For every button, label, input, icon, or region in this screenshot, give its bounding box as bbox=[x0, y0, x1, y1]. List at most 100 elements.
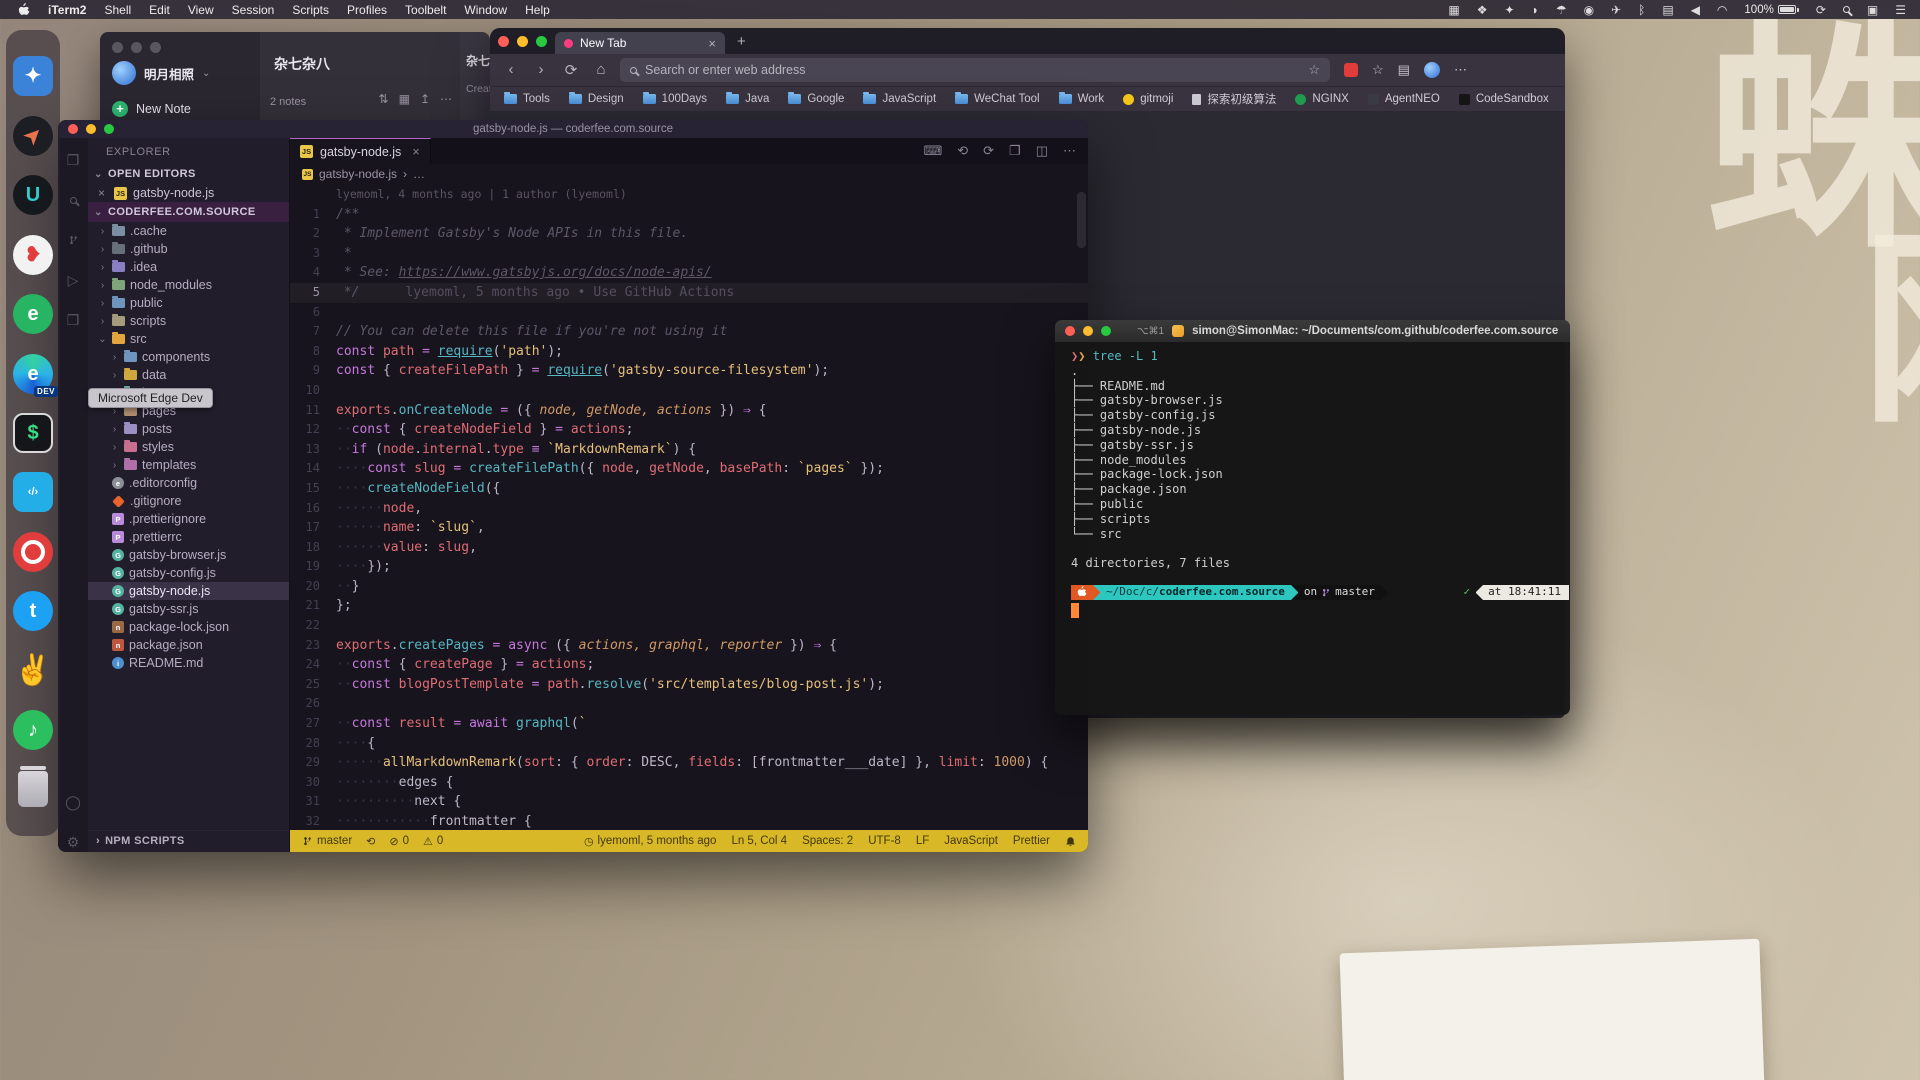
assistant-icon[interactable]: ✦ bbox=[1505, 3, 1515, 17]
account-icon[interactable]: ◯ bbox=[63, 792, 83, 812]
editor-scrollbar[interactable] bbox=[1077, 192, 1086, 248]
close-icon[interactable]: × bbox=[98, 186, 108, 200]
battery-indicator[interactable]: 100% bbox=[1744, 4, 1798, 16]
explorer-item-gatsby-node.js[interactable]: Ggatsby-node.js bbox=[88, 582, 289, 600]
settings-gear-icon[interactable]: ⚙ bbox=[63, 832, 83, 852]
tab-close-icon[interactable]: × bbox=[412, 145, 419, 159]
language-mode[interactable]: JavaScript bbox=[944, 835, 998, 847]
onedrive-icon[interactable]: ◉ bbox=[1584, 3, 1594, 17]
menu-toolbelt[interactable]: Toolbelt bbox=[405, 3, 446, 17]
forward-icon[interactable]: › bbox=[532, 61, 550, 79]
eol[interactable]: LF bbox=[916, 835, 929, 847]
explorer-icon[interactable]: ❐ bbox=[63, 150, 83, 170]
code-line-3[interactable]: 3 * bbox=[290, 244, 1088, 264]
notch-icon[interactable]: ◗ bbox=[1532, 3, 1539, 17]
code-line-2[interactable]: 2 * Implement Gatsby's Node APIs in this… bbox=[290, 224, 1088, 244]
code-line-23[interactable]: 23exports.createPages = async ({ actions… bbox=[290, 636, 1088, 656]
library-icon[interactable]: ▤ bbox=[1398, 62, 1410, 78]
code-line-27[interactable]: 27··const result = await graphql(` bbox=[290, 714, 1088, 734]
code-editor[interactable]: lyemoml, 4 months ago | 1 author (lyemom… bbox=[290, 184, 1088, 830]
warning-count[interactable]: ⚠0 bbox=[423, 835, 443, 848]
breadcrumb[interactable]: JS gatsby-node.js › … bbox=[290, 164, 1088, 184]
browser-window-controls[interactable] bbox=[498, 36, 547, 47]
code-line-32[interactable]: 32············frontmatter { bbox=[290, 812, 1088, 830]
explorer-item-gatsby-browser.js[interactable]: Ggatsby-browser.js bbox=[88, 546, 289, 564]
code-line-20[interactable]: 20··} bbox=[290, 577, 1088, 597]
explorer-item-package-lock.json[interactable]: npackage-lock.json bbox=[88, 618, 289, 636]
bookmark-100Days[interactable]: 100Days bbox=[643, 93, 707, 105]
account-avatar[interactable] bbox=[1424, 62, 1440, 78]
menu-window[interactable]: Window bbox=[464, 3, 507, 17]
new-note-button[interactable]: + New Note bbox=[112, 101, 248, 117]
menu-session[interactable]: Session bbox=[232, 3, 275, 17]
explorer-item-data[interactable]: ›data bbox=[88, 366, 289, 384]
bookmark-探索初级算法[interactable]: 探索初级算法 bbox=[1192, 91, 1276, 107]
code-line-24[interactable]: 24··const { createPage } = actions; bbox=[290, 655, 1088, 675]
apple-menu-icon[interactable] bbox=[18, 3, 30, 17]
explorer-item-.idea[interactable]: ›.idea bbox=[88, 258, 289, 276]
error-count[interactable]: ⊘0 bbox=[389, 835, 409, 848]
code-line-26[interactable]: 26 bbox=[290, 694, 1088, 714]
code-line-12[interactable]: 12··const { createNodeField } = actions; bbox=[290, 420, 1088, 440]
menu-profiles[interactable]: Profiles bbox=[347, 3, 387, 17]
control-center-icon[interactable]: ▣ bbox=[1867, 3, 1878, 17]
more-icon[interactable]: ⋯ bbox=[440, 92, 452, 106]
cursor-position[interactable]: Ln 5, Col 4 bbox=[731, 835, 787, 847]
bookmark-gitmoji[interactable]: gitmoji bbox=[1123, 93, 1173, 105]
explorer-item-.prettierignore[interactable]: P.prettierignore bbox=[88, 510, 289, 528]
home-icon[interactable]: ⌂ bbox=[592, 61, 610, 79]
address-bar[interactable]: Search or enter web address ☆ bbox=[620, 58, 1330, 82]
refresh-icon[interactable]: ⟳ bbox=[562, 61, 580, 79]
bookmark-JavaScript[interactable]: JavaScript bbox=[863, 93, 936, 105]
share-icon[interactable]: ↥ bbox=[420, 92, 430, 106]
explorer-item-.editorconfig[interactable]: e.editorconfig bbox=[88, 474, 289, 492]
notification-center-icon[interactable]: ☰ bbox=[1895, 3, 1906, 17]
notes-window-controls[interactable] bbox=[112, 42, 248, 53]
code-line-22[interactable]: 22 bbox=[290, 616, 1088, 636]
menu-scripts[interactable]: Scripts bbox=[292, 3, 329, 17]
menu-help[interactable]: Help bbox=[525, 3, 550, 17]
formatter[interactable]: Prettier bbox=[1013, 835, 1050, 847]
dock-icon-utools[interactable]: U bbox=[12, 174, 54, 216]
code-line-30[interactable]: 30········edges { bbox=[290, 773, 1088, 793]
gitlens-authors-lens[interactable]: lyemoml, 4 months ago | 1 author (lyemom… bbox=[290, 185, 1088, 205]
explorer-item-styles[interactable]: ›styles bbox=[88, 438, 289, 456]
bookmark-Java[interactable]: Java bbox=[726, 93, 769, 105]
more-actions-icon[interactable]: ⋯ bbox=[1063, 143, 1076, 159]
debug-icon[interactable]: ▷ bbox=[63, 270, 83, 290]
split-editor-icon[interactable]: ◫ bbox=[1036, 143, 1048, 159]
bookmark-WeChat Tool[interactable]: WeChat Tool bbox=[955, 93, 1039, 105]
explorer-item-.prettierrc[interactable]: P.prettierrc bbox=[88, 528, 289, 546]
code-line-14[interactable]: 14····const slug = createFilePath({ node… bbox=[290, 459, 1088, 479]
bookmark-Google[interactable]: Google bbox=[788, 93, 844, 105]
code-line-1[interactable]: 1/** bbox=[290, 205, 1088, 225]
vscode-window-controls[interactable] bbox=[68, 124, 114, 134]
sort-icon[interactable]: ⇅ bbox=[379, 92, 389, 106]
airdrop-icon[interactable]: ✈ bbox=[1611, 3, 1621, 17]
launcher-icon[interactable]: ❖ bbox=[1477, 3, 1488, 17]
explorer-item-package.json[interactable]: npackage.json bbox=[88, 636, 289, 654]
timemachine-icon[interactable]: ⟳ bbox=[1816, 3, 1826, 17]
active-app-name[interactable]: iTerm2 bbox=[48, 3, 86, 17]
code-line-29[interactable]: 29······allMarkdownRemark(sort: { order:… bbox=[290, 753, 1088, 773]
dock-icon-trash[interactable] bbox=[12, 768, 54, 810]
gitlens-blame-status[interactable]: ◷lyemoml, 5 months ago bbox=[584, 835, 717, 848]
dock-icon-vscode[interactable]: ‹/› bbox=[12, 471, 54, 513]
npm-scripts-header[interactable]: › NPM SCRIPTS bbox=[88, 830, 289, 852]
bookmark-star-icon[interactable]: ☆ bbox=[1308, 62, 1320, 78]
source-control-icon[interactable] bbox=[63, 230, 83, 250]
explorer-item-components[interactable]: ›components bbox=[88, 348, 289, 366]
display-icon[interactable]: ▤ bbox=[1662, 3, 1673, 17]
menu-view[interactable]: View bbox=[188, 3, 214, 17]
code-line-21[interactable]: 21}; bbox=[290, 596, 1088, 616]
sync-status[interactable]: ⟲ bbox=[366, 835, 375, 848]
explorer-item-gatsby-ssr.js[interactable]: Ggatsby-ssr.js bbox=[88, 600, 289, 618]
explorer-item-.github[interactable]: ›.github bbox=[88, 240, 289, 258]
open-editors-header[interactable]: ⌄ OPEN EDITORS bbox=[88, 164, 289, 184]
open-preview-icon[interactable]: ❐ bbox=[1009, 143, 1021, 159]
editor-tab-gatsby-node[interactable]: JS gatsby-node.js × bbox=[290, 138, 431, 164]
dock-icon-rocket-app[interactable]: ➤ bbox=[12, 115, 54, 157]
code-line-7[interactable]: 7// You can delete this file if you're n… bbox=[290, 322, 1088, 342]
code-line-9[interactable]: 9const { createFilePath } = require('gat… bbox=[290, 361, 1088, 381]
back-icon[interactable]: ‹ bbox=[502, 61, 520, 79]
